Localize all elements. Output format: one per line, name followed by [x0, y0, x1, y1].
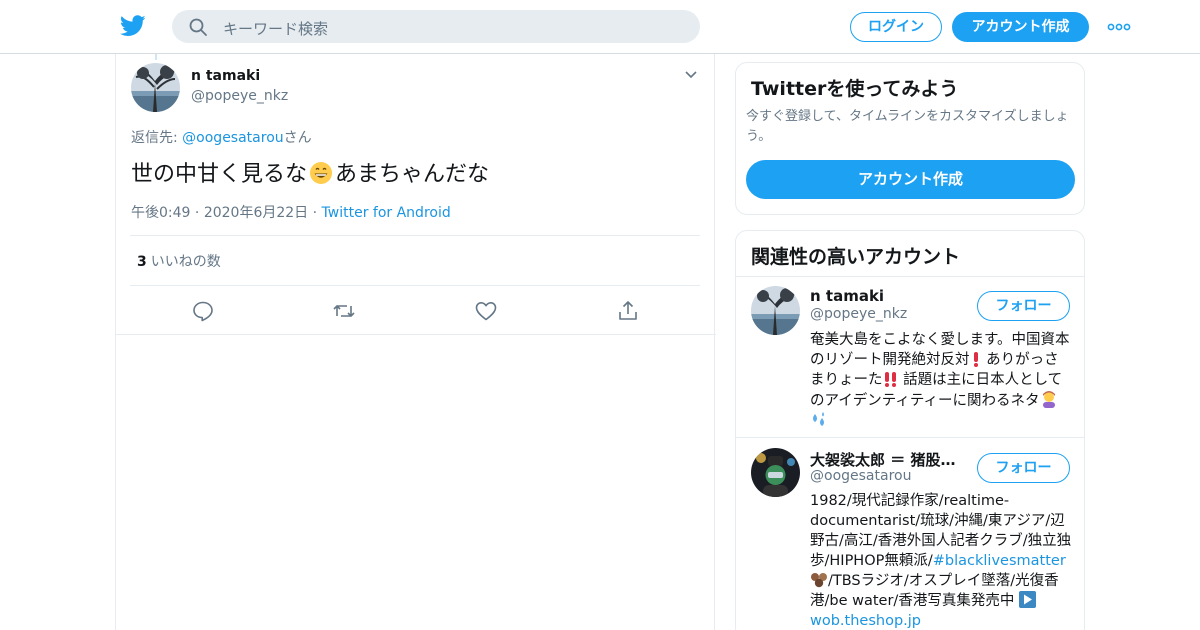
signup-card-title: Twitterを使ってみよう: [751, 78, 959, 100]
tweet-metadata: 午後0:49 · 2020年6月22日 · Twitter for Androi…: [131, 202, 451, 222]
tweet-source-link[interactable]: Twitter for Android: [322, 205, 451, 221]
like-count-label: いいねの数: [150, 254, 221, 270]
meta-separator-dot: ·: [194, 205, 200, 221]
related-account-bio: 1982/現代記録作家/realtime-documentarist/琉球/沖縄…: [810, 491, 1072, 630]
search-bar[interactable]: キーワード検索: [172, 10, 700, 43]
tweet-column: n tamaki @popeye_nkz 返信先: @oogesatarouさん…: [115, 54, 716, 630]
chevron-down-icon[interactable]: [684, 70, 698, 80]
divider: [736, 276, 1084, 277]
related-account-handle[interactable]: @oogesatarou: [810, 468, 911, 484]
related-accounts-card: 関連性の高いアカウント n tamaki @popeye_nkz フォロー 奄美…: [735, 230, 1085, 630]
share-icon[interactable]: [616, 299, 640, 323]
divider: [130, 235, 700, 236]
sweat-droplets-emoji-icon: [813, 412, 824, 426]
signup-card: Twitterを使ってみよう 今すぐ登録して、タイムラインをカスタマイズしましょ…: [735, 62, 1085, 215]
double-exclamation-emoji-icon: [884, 372, 896, 387]
twitter-logo-icon[interactable]: [120, 14, 146, 38]
signup-card-button[interactable]: アカウント作成: [746, 160, 1075, 199]
retweet-icon[interactable]: [332, 299, 356, 323]
related-account-avatar[interactable]: [751, 286, 800, 335]
signup-card-description: 今すぐ登録して、タイムラインをカスタマイズしましょう。: [746, 109, 1069, 144]
person-emoji-icon: [1042, 391, 1055, 408]
related-account-bio: 奄美大島をこよなく愛します。中国資本のリゾート開発絶対反対 ありがっさまりょーた…: [810, 330, 1072, 432]
reply-prefix: 返信先:: [131, 130, 183, 146]
avatar-photo-icon: [131, 63, 180, 112]
reply-handle-link[interactable]: @oogesatarou: [182, 130, 283, 146]
thread-connector: [155, 54, 157, 60]
login-button[interactable]: ログイン: [850, 12, 942, 42]
tweet-time[interactable]: 午後0:49: [131, 205, 190, 221]
raised-fists-emoji-icon: [811, 573, 827, 588]
hashtag-link[interactable]: #blacklivesmatter: [933, 553, 1066, 569]
tweet-author-handle[interactable]: @popeye_nkz: [191, 88, 288, 104]
avatar-photo-icon: [751, 286, 800, 335]
follow-button[interactable]: フォロー: [977, 291, 1070, 321]
meta-separator-dot: ·: [312, 205, 318, 221]
more-options-icon[interactable]: [1107, 23, 1131, 31]
website-link[interactable]: wob.theshop.jp: [810, 613, 921, 629]
avatar-photo-icon: [751, 448, 800, 497]
related-account-name[interactable]: n tamaki: [810, 287, 970, 305]
exclamation-mark-emoji-icon: [973, 352, 978, 367]
play-button-emoji-icon: [1018, 591, 1036, 608]
search-placeholder: キーワード検索: [223, 20, 329, 38]
follow-button[interactable]: フォロー: [977, 453, 1070, 483]
related-account-handle[interactable]: @popeye_nkz: [810, 306, 907, 322]
reply-suffix: さん: [283, 130, 312, 146]
tweet-date[interactable]: 2020年6月22日: [204, 205, 308, 221]
divider: [736, 437, 1084, 438]
related-account-name[interactable]: 大袈裟太郎 ＝ 猪股東吾: [810, 449, 970, 470]
search-icon: [189, 18, 207, 36]
tweet-text: 世の中甘く見るな あまちゃんだな: [131, 156, 489, 188]
divider: [116, 334, 716, 335]
like-heart-icon[interactable]: [474, 299, 498, 323]
tweet-author-avatar[interactable]: [131, 63, 180, 112]
tweet-text-part-2: あまちゃんだな: [335, 162, 490, 187]
reply-icon[interactable]: [191, 299, 215, 323]
related-accounts-title: 関連性の高いアカウント: [751, 246, 961, 268]
tweet-text-part-1: 世の中甘く見るな: [131, 162, 308, 187]
replying-to: 返信先: @oogesatarouさん: [131, 127, 312, 147]
divider: [130, 285, 700, 286]
top-bar: キーワード検索 ログイン アカウント作成: [0, 0, 1200, 54]
signup-button[interactable]: アカウント作成: [952, 12, 1089, 42]
like-count[interactable]: 3 いいねの数: [137, 251, 221, 271]
grinning-face-emoji-icon: [310, 162, 333, 184]
related-account-avatar[interactable]: [751, 448, 800, 497]
tweet-author-name[interactable]: n tamaki: [191, 68, 260, 84]
like-count-number: 3: [137, 254, 147, 270]
